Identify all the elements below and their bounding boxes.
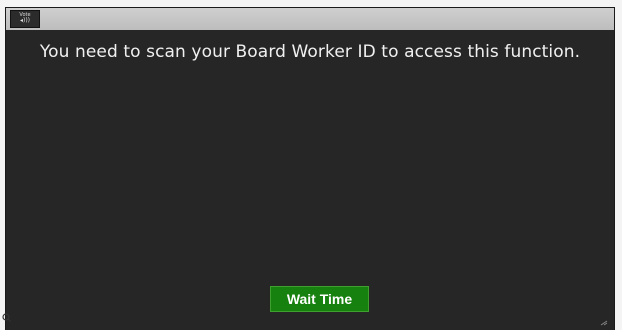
audio-status-widget[interactable]: Vote ◂))) bbox=[10, 10, 40, 28]
search-icon[interactable] bbox=[2, 313, 11, 322]
resize-grip-icon bbox=[600, 320, 608, 326]
speaker-icon: ◂))) bbox=[19, 17, 31, 24]
access-message: You need to scan your Board Worker ID to… bbox=[39, 42, 581, 62]
kiosk-screen: Vote ◂))) You need to scan your Board Wo… bbox=[6, 8, 614, 330]
wait-time-button[interactable]: Wait Time bbox=[270, 286, 369, 312]
app-frame: Vote ◂))) You need to scan your Board Wo… bbox=[0, 0, 622, 330]
title-bar: Vote ◂))) bbox=[6, 8, 614, 30]
